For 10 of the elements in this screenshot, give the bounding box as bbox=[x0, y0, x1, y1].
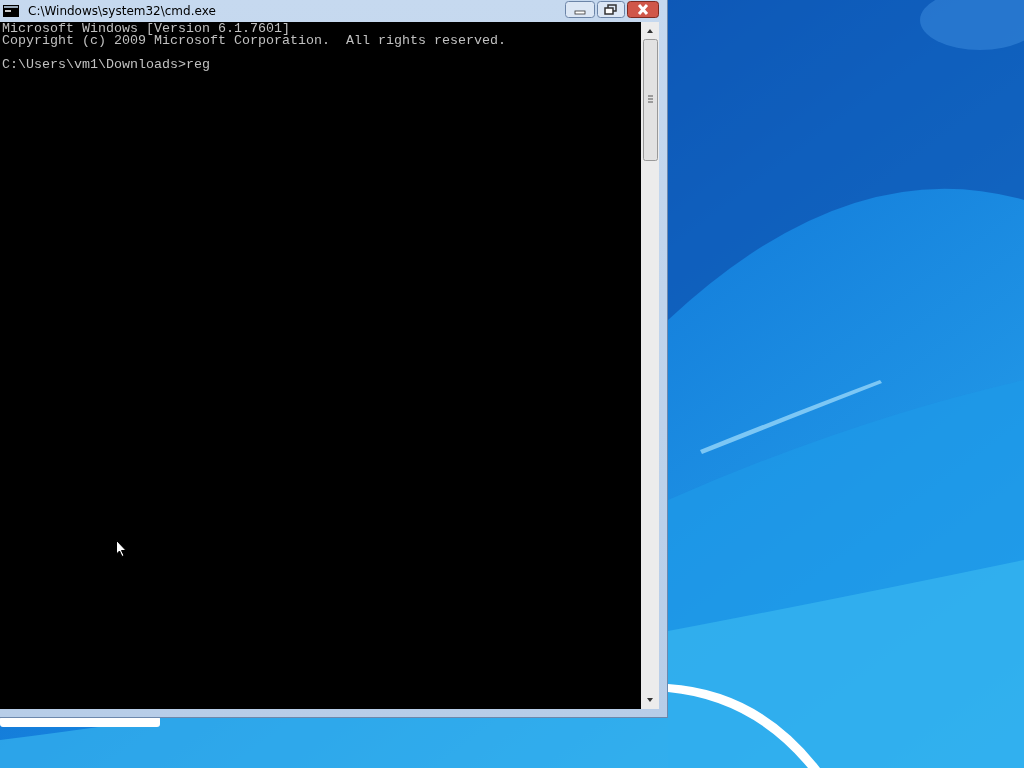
console-line: C:\Users\vm1\Downloads>reg bbox=[2, 59, 210, 71]
restore-button[interactable] bbox=[597, 1, 625, 18]
scroll-thumb[interactable] bbox=[642, 39, 658, 161]
console-line: Microsoft Windows [Version 6.1.7601] bbox=[2, 23, 290, 35]
scrollbar[interactable] bbox=[641, 22, 659, 709]
console-line: Copyright (c) 2009 Microsoft Corporation. All rights reserved. bbox=[2, 35, 506, 47]
window-title: C:\Windows\system32\cmd.exe bbox=[28, 4, 217, 18]
close-button[interactable] bbox=[627, 1, 659, 18]
mouse-pointer-icon bbox=[116, 540, 127, 557]
console-icon bbox=[3, 5, 19, 17]
